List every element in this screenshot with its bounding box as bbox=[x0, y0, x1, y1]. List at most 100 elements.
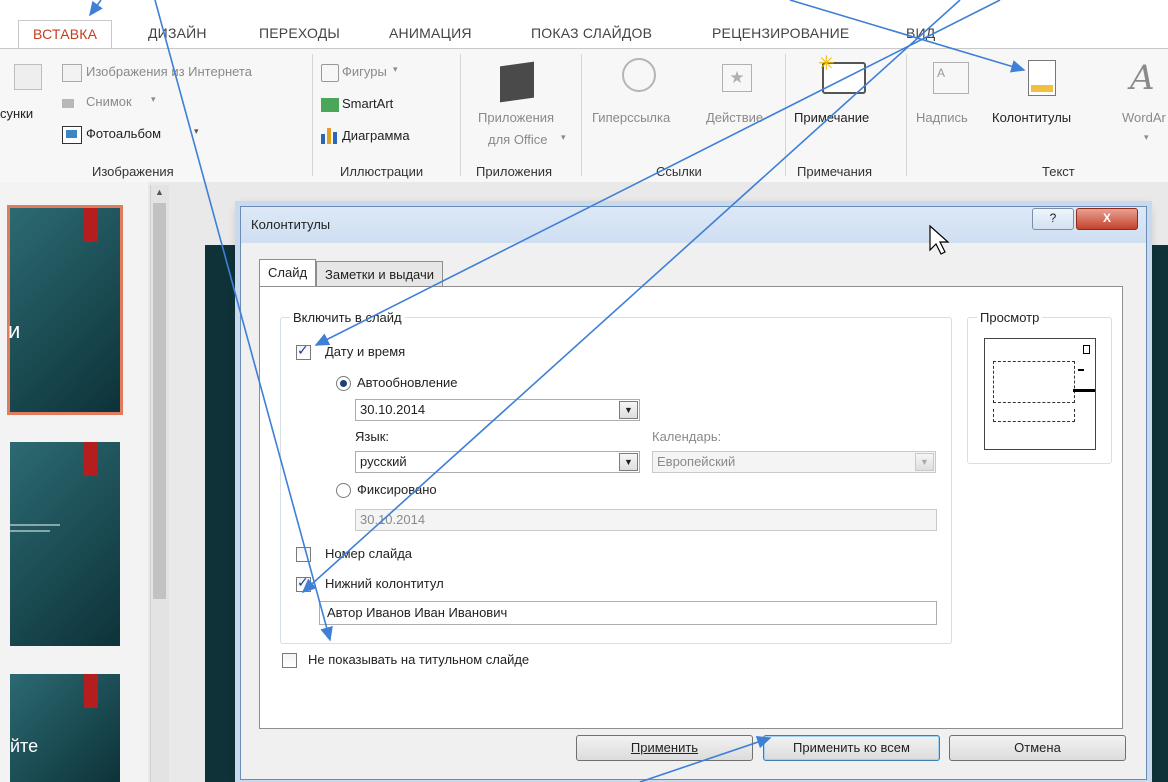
footer-text-input[interactable]: Автор Иванов Иван Иванович bbox=[319, 601, 937, 625]
tab-transitions[interactable]: ПЕРЕХОДЫ bbox=[259, 20, 340, 48]
comment-icon: ✳ bbox=[818, 54, 866, 94]
online-pictures-icon bbox=[62, 64, 82, 82]
fixed-date-value: 30.10.2014 bbox=[360, 512, 426, 527]
chevron-down-icon: ▼ bbox=[915, 453, 934, 471]
tab-insert[interactable]: ВСТАВКА bbox=[18, 20, 113, 49]
screenshot-button[interactable]: Снимок bbox=[86, 94, 132, 109]
include-group bbox=[280, 317, 952, 644]
language-label: Язык: bbox=[355, 429, 389, 444]
group-illustrations-label: Иллюстрации bbox=[340, 164, 424, 179]
mouse-cursor-icon bbox=[929, 224, 950, 255]
close-button[interactable]: X bbox=[1076, 208, 1138, 230]
tab-notes-handouts[interactable]: Заметки и выдачи bbox=[316, 261, 444, 288]
tab-design[interactable]: ДИЗАЙН bbox=[148, 20, 207, 48]
dialog-title: Колонтитулы bbox=[251, 217, 331, 232]
group-text-label: Текст bbox=[1042, 164, 1075, 179]
chart-icon bbox=[321, 128, 339, 144]
tab-slideshow[interactable]: ПОКАЗ СЛАЙДОВ bbox=[531, 20, 652, 48]
auto-update-radio[interactable] bbox=[336, 376, 351, 391]
fixed-label[interactable]: Фиксировано bbox=[357, 482, 437, 497]
group-separator bbox=[581, 54, 582, 176]
apply-button-label: Применить bbox=[630, 740, 699, 755]
header-footer-button[interactable]: Колонтитулы bbox=[992, 110, 1071, 125]
group-separator bbox=[312, 54, 313, 176]
calendar-value: Европейский bbox=[657, 454, 736, 469]
wordart-icon: A bbox=[1130, 58, 1155, 98]
header-footer-dialog: Колонтитулы ? X Слайд Заметки и выдачи В… bbox=[240, 206, 1147, 780]
slide-number-checkbox[interactable] bbox=[296, 547, 311, 562]
auto-date-combo[interactable]: 30.10.2014 ▼ bbox=[355, 399, 640, 421]
comment-button[interactable]: Примечание bbox=[794, 110, 869, 125]
footer-checkbox[interactable] bbox=[296, 574, 311, 592]
photo-album-button[interactable]: Фотоальбом bbox=[86, 126, 161, 141]
apply-button[interactable]: Применить bbox=[576, 735, 753, 761]
date-time-checkbox[interactable] bbox=[296, 342, 311, 360]
fixed-date-field: 30.10.2014 bbox=[355, 509, 937, 531]
slide-number-label[interactable]: Номер слайда bbox=[325, 546, 412, 561]
pictures-label[interactable]: сунки bbox=[0, 106, 33, 121]
chevron-down-icon[interactable]: ▼ bbox=[619, 453, 638, 471]
dont-show-on-title-label[interactable]: Не показывать на титульном слайде bbox=[308, 652, 529, 667]
thumbnails-scrollbar[interactable]: ▲ bbox=[150, 185, 169, 782]
dont-show-on-title-checkbox[interactable] bbox=[282, 653, 297, 668]
auto-update-label[interactable]: Автообновление bbox=[357, 375, 458, 390]
shapes-button[interactable]: Фигуры bbox=[342, 64, 387, 79]
header-footer-icon bbox=[1028, 60, 1056, 96]
group-comments-label: Примечания bbox=[797, 164, 873, 179]
hyperlink-globe-icon bbox=[622, 58, 656, 92]
shapes-icon bbox=[321, 64, 339, 82]
smartart-icon bbox=[321, 98, 339, 112]
scroll-up-arrow-icon[interactable]: ▲ bbox=[153, 187, 166, 199]
smartart-button[interactable]: SmartArt bbox=[342, 96, 393, 111]
auto-date-value: 30.10.2014 bbox=[360, 402, 426, 417]
slide-thumbnail-1-text: и bbox=[8, 318, 21, 343]
cancel-button[interactable]: Отмена bbox=[949, 735, 1126, 761]
action-star-icon: ★ bbox=[722, 64, 752, 92]
slide-thumbnail-3-text: йте bbox=[10, 736, 39, 756]
office-apps-line2: для Office bbox=[488, 132, 548, 147]
wordart-button[interactable]: WordAr bbox=[1122, 110, 1166, 125]
action-button[interactable]: Действие bbox=[706, 110, 763, 125]
slide-thumbnail-1[interactable]: и bbox=[7, 205, 123, 415]
fixed-radio[interactable] bbox=[336, 483, 351, 498]
slide-thumbnail-3[interactable]: йте bbox=[10, 674, 120, 782]
language-combo[interactable]: русский ▼ bbox=[355, 451, 640, 473]
chevron-down-icon: ▾ bbox=[194, 126, 199, 136]
textbox-button[interactable]: Надпись bbox=[916, 110, 968, 125]
pictures-icon[interactable] bbox=[14, 64, 42, 90]
office-apps-icon bbox=[500, 61, 534, 103]
online-pictures-button[interactable]: Изображения из Интернета bbox=[86, 64, 252, 79]
dialog-panel: Включить в слайд Дату и время Автообновл… bbox=[259, 286, 1123, 729]
footer-text-value: Автор Иванов Иван Иванович bbox=[327, 605, 508, 620]
dialog-titlebar: Колонтитулы ? X bbox=[241, 207, 1146, 243]
preview-label: Просмотр bbox=[977, 310, 1043, 325]
chevron-down-icon[interactable]: ▼ bbox=[619, 401, 638, 419]
footer-label[interactable]: Нижний колонтитул bbox=[325, 576, 444, 591]
date-time-label[interactable]: Дату и время bbox=[325, 344, 405, 359]
chevron-down-icon: ▾ bbox=[393, 64, 398, 74]
include-group-label: Включить в слайд bbox=[290, 310, 405, 325]
tab-view[interactable]: ВИД bbox=[906, 20, 935, 48]
hyperlink-button[interactable]: Гиперссылка bbox=[592, 110, 670, 125]
chevron-down-icon: ▾ bbox=[1144, 132, 1149, 142]
textbox-icon: A bbox=[933, 62, 969, 94]
calendar-combo: Европейский ▼ bbox=[652, 451, 936, 473]
calendar-label: Календарь: bbox=[652, 429, 722, 444]
group-images-label: Изображения bbox=[92, 164, 174, 179]
language-value: русский bbox=[360, 454, 407, 469]
office-apps-button[interactable]: Приложения bbox=[478, 110, 554, 125]
screenshot-icon bbox=[62, 94, 80, 108]
apply-all-button[interactable]: Применить ко всем bbox=[763, 735, 940, 761]
ribbon-tabbar: ВСТАВКА ДИЗАЙН ПЕРЕХОДЫ АНИМАЦИЯ ПОКАЗ С… bbox=[0, 0, 1168, 49]
preview-image bbox=[984, 338, 1096, 450]
help-button[interactable]: ? bbox=[1032, 208, 1074, 230]
group-separator bbox=[460, 54, 461, 176]
slide-thumbnail-2[interactable] bbox=[10, 442, 120, 646]
tab-animation[interactable]: АНИМАЦИЯ bbox=[389, 20, 472, 48]
tab-review[interactable]: РЕЦЕНЗИРОВАНИЕ bbox=[712, 20, 849, 48]
tab-slide[interactable]: Слайд bbox=[259, 259, 317, 288]
chart-button[interactable]: Диаграмма bbox=[342, 128, 410, 143]
chevron-down-icon: ▾ bbox=[151, 94, 156, 104]
scrollbar-thumb[interactable] bbox=[153, 203, 166, 599]
group-separator bbox=[906, 54, 907, 176]
